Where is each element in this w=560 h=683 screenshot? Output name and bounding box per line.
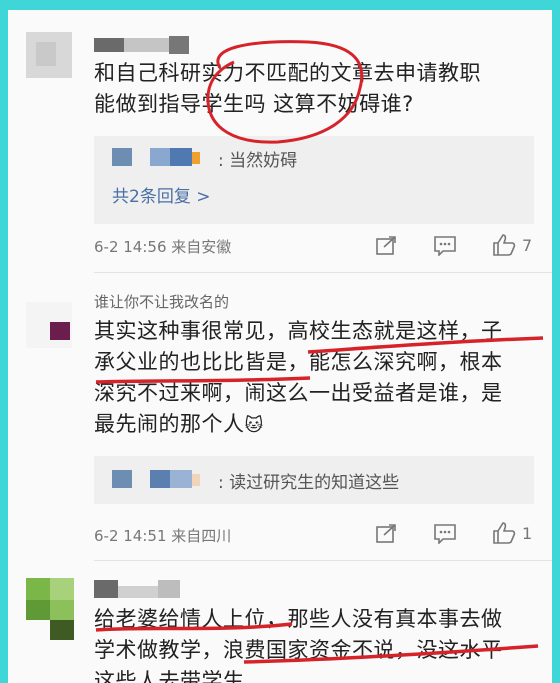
like-count: 7: [522, 236, 533, 255]
divider: [94, 560, 552, 561]
divider: [94, 272, 552, 273]
reply-box[interactable]: : 读过研究生的知道这些: [94, 456, 534, 504]
comment-body: 和自己科研实力不匹配的文章去申请教职 能做到指导学生吗 这算不妨碍谁?: [94, 58, 544, 120]
comment-text-line: 给老婆给情人上位，那些人没有真本事去做: [94, 607, 503, 631]
comment-text-line: 承父业的也比比皆是，能怎么深究啊，根本: [94, 350, 503, 374]
username-redacted[interactable]: [94, 580, 184, 598]
avatar[interactable]: [26, 32, 72, 78]
comment-body: 其实这种事很常见，高校生态就是这样，子 承父业的也比比皆是，能怎么深究啊，根本 …: [94, 316, 544, 441]
comment-text-line: 这些人去带学生: [94, 669, 245, 683]
share-icon[interactable]: [376, 236, 398, 259]
screenshot-frame: 和自己科研实力不匹配的文章去申请教职 能做到指导学生吗 这算不妨碍谁? : 当然…: [8, 10, 552, 683]
reply-text: : 读过研究生的知道这些: [218, 473, 400, 493]
comment-text-line: 深究不过来啊，闹这么一出受益者是谁，是: [94, 381, 503, 405]
reply-box[interactable]: : 当然妨碍 共2条回复 >: [94, 136, 534, 224]
comment-meta: 6-2 14:56 来自安徽: [94, 238, 232, 256]
comment-text-line: 和自己科研实力不匹配的文章去申请教职: [94, 61, 481, 85]
comment-text-line: 最先闹的那个人🐱: [94, 409, 544, 441]
reply-username-redacted: [112, 470, 212, 488]
comment-text-line: 学术做教学，浪费国家资金不说，没这水平: [94, 638, 503, 662]
comment-body: 给老婆给情人上位，那些人没有真本事去做 学术做教学，浪费国家资金不说，没这水平 …: [94, 604, 544, 683]
username-redacted[interactable]: [94, 36, 189, 54]
thumbs-up-icon[interactable]: [492, 234, 516, 259]
reply-username-redacted: [112, 148, 212, 166]
view-replies-link[interactable]: 共2条回复 >: [112, 182, 210, 207]
cat-emoji-icon: 🐱: [244, 415, 264, 436]
share-icon[interactable]: [376, 524, 398, 547]
comment-icon[interactable]: [434, 236, 456, 259]
comment-icon[interactable]: [434, 524, 456, 547]
like-count: 1: [522, 524, 533, 543]
avatar[interactable]: [26, 578, 74, 642]
comment-text-fragment: 最先闹的那个人: [94, 412, 245, 436]
username[interactable]: 谁让你不让我改名的: [94, 291, 229, 312]
comment-text-line: 能做到指导学生吗 这算不妨碍谁?: [94, 92, 414, 116]
avatar[interactable]: [26, 302, 72, 348]
comment-meta: 6-2 14:51 来自四川: [94, 527, 232, 545]
thumbs-up-icon[interactable]: [492, 522, 516, 547]
comment-text-line: 其实这种事很常见，高校生态就是这样，子: [94, 319, 503, 343]
reply-text: : 当然妨碍: [218, 151, 298, 171]
